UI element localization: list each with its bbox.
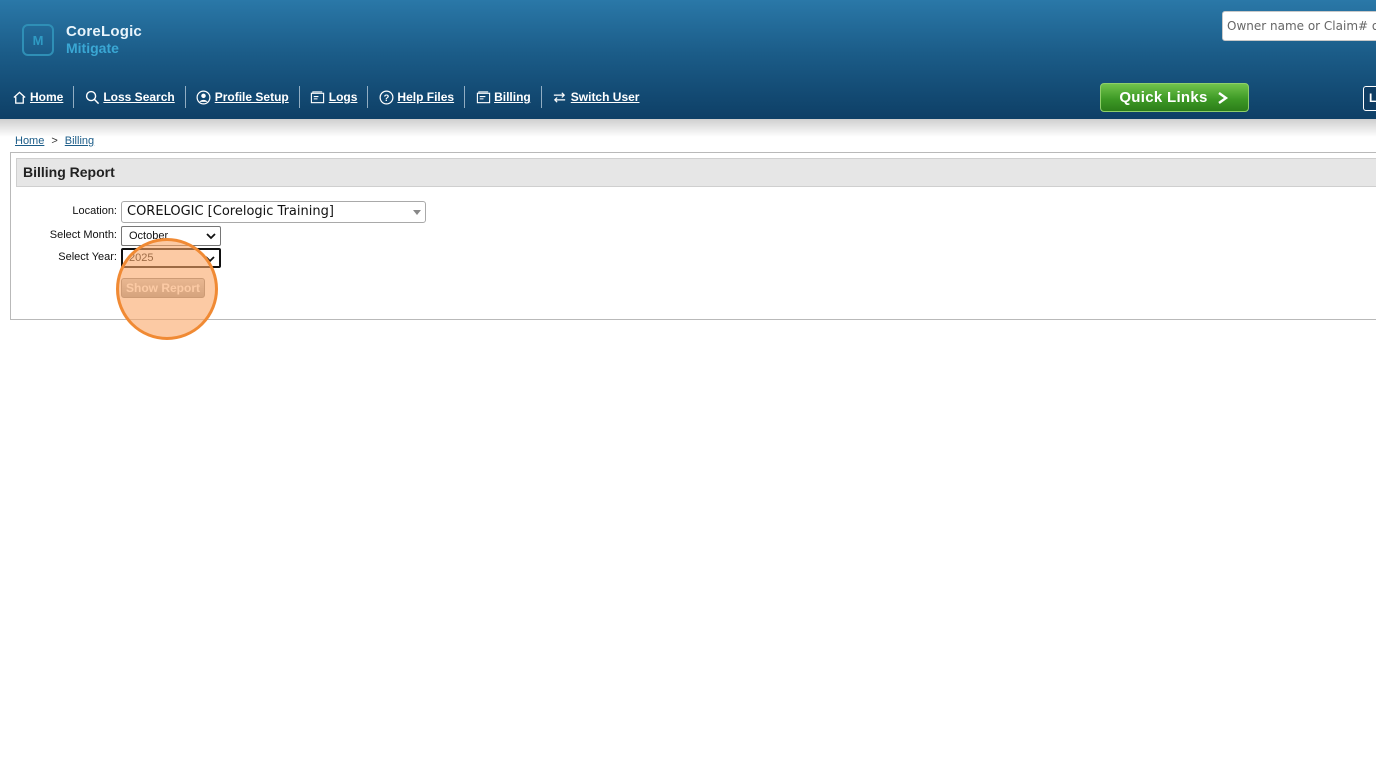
nav-item-profile-setup[interactable]: Profile Setup (186, 87, 299, 107)
logo-product-name: Mitigate (66, 40, 119, 56)
chevron-down-icon (205, 254, 215, 266)
main-nav: Home Loss Search Profile Setup Logs ? He… (11, 86, 650, 108)
logo-text: CoreLogic Mitigate (66, 23, 142, 57)
year-select-value: 2025 (129, 252, 154, 264)
log-icon (310, 89, 326, 105)
nav-label-logs: Logs (328, 90, 358, 104)
month-select[interactable]: October (121, 226, 221, 246)
year-label: Select Year: (58, 251, 117, 263)
user-circle-icon (196, 89, 212, 105)
billing-icon (475, 89, 491, 105)
mitigate-logo-icon: M (22, 24, 54, 56)
corelogic-mitigate-logo[interactable]: M CoreLogic Mitigate (22, 24, 142, 56)
header-right-button-label: L (1369, 91, 1376, 105)
swap-arrows-icon (552, 89, 568, 105)
month-select-value: October (129, 230, 169, 242)
nav-item-help-files[interactable]: ? Help Files (368, 87, 464, 107)
nav-divider (367, 86, 369, 108)
nav-item-billing[interactable]: Billing (465, 87, 541, 107)
app-header: M CoreLogic Mitigate Home Loss Search Pr… (0, 0, 1376, 119)
nav-divider (298, 86, 300, 108)
nav-item-switch-user[interactable]: Switch User (542, 87, 650, 107)
nav-item-home[interactable]: Home (11, 87, 73, 107)
show-report-button[interactable]: Show Report (121, 278, 205, 298)
nav-item-loss-search[interactable]: Loss Search (74, 87, 184, 107)
billing-report-panel: Billing Report Location: CORELOGIC [Core… (10, 152, 1376, 320)
nav-divider (540, 86, 542, 108)
header-shadow (0, 119, 1376, 137)
nav-label-help-files: Help Files (397, 90, 455, 104)
nav-label-switch-user: Switch User (570, 90, 640, 104)
nav-label-billing: Billing (494, 90, 531, 104)
nav-label-loss-search: Loss Search (103, 90, 175, 104)
nav-divider (73, 86, 75, 108)
search-icon (84, 89, 100, 105)
quick-links-label: Quick Links (1119, 89, 1208, 106)
nav-label-profile-setup: Profile Setup (214, 90, 289, 104)
quick-links-button[interactable]: Quick Links (1100, 83, 1249, 112)
help-icon: ? (378, 89, 394, 105)
chevron-right-icon (1216, 91, 1230, 105)
chevron-down-icon (206, 231, 216, 244)
location-select[interactable]: CORELOGIC [Corelogic Training] (121, 201, 426, 223)
nav-item-logs[interactable]: Logs (300, 87, 368, 107)
breadcrumb-separator: > (51, 135, 58, 147)
breadcrumb-billing-link[interactable]: Billing (65, 135, 94, 147)
breadcrumb-home-link[interactable]: Home (15, 135, 44, 147)
nav-divider (464, 86, 466, 108)
location-label: Location: (72, 205, 117, 217)
breadcrumb: Home > Billing (15, 135, 94, 147)
nav-label-home: Home (30, 90, 64, 104)
header-right-button[interactable]: L (1363, 86, 1376, 111)
svg-text:?: ? (384, 93, 390, 103)
page-title: Billing Report (23, 164, 115, 180)
home-icon (11, 89, 27, 105)
panel-header: Billing Report (16, 158, 1376, 187)
nav-divider (184, 86, 186, 108)
logo-brand-name: CoreLogic (66, 23, 142, 40)
year-select[interactable]: 2025 (121, 248, 221, 268)
logo-mark-letter: M (32, 32, 44, 48)
caret-down-icon (413, 210, 421, 215)
search-input[interactable] (1222, 11, 1376, 41)
location-select-value: CORELOGIC [Corelogic Training] (127, 204, 334, 219)
month-label: Select Month: (49, 229, 117, 241)
